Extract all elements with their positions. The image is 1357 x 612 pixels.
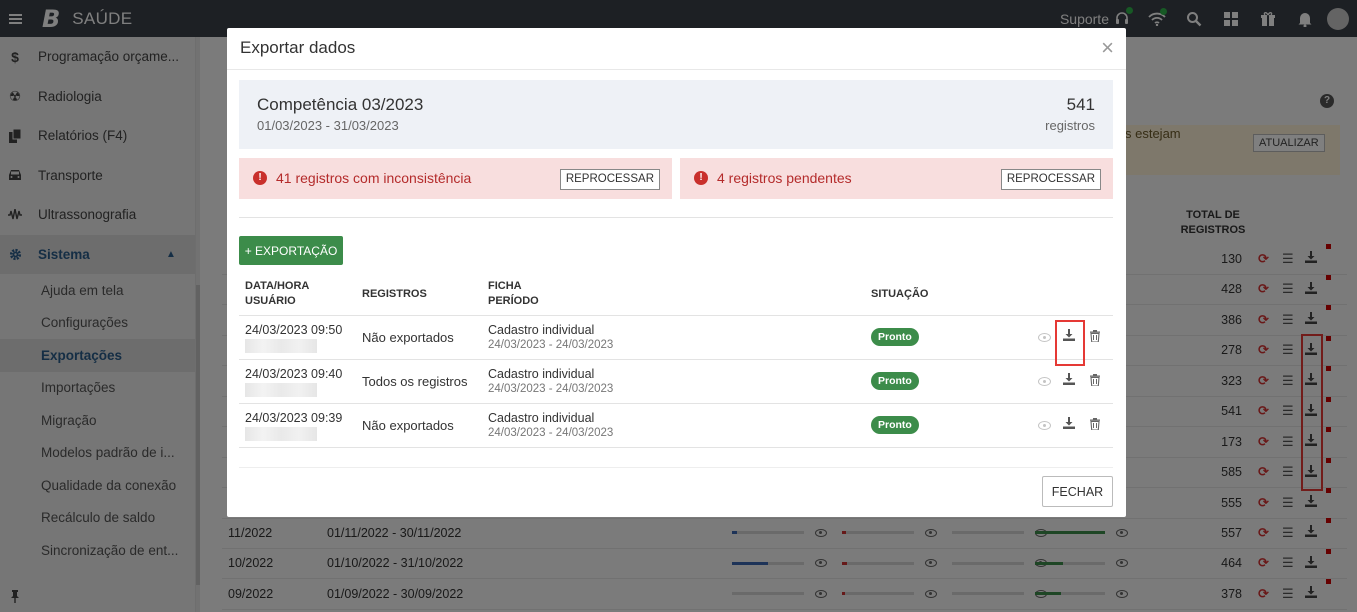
- trash-icon[interactable]: [1090, 330, 1100, 345]
- ficha-cell: Cadastro individual: [488, 323, 595, 337]
- reprocess-button[interactable]: REPROCESSAR: [1000, 169, 1101, 190]
- col-header-line: FICHA: [488, 280, 522, 292]
- periodo-cell: 24/03/2023 - 24/03/2023: [488, 427, 614, 439]
- col-header-registros: REGISTROS: [362, 288, 427, 300]
- competencia-panel: Competência 03/2023 01/03/2023 - 31/03/2…: [239, 80, 1113, 149]
- competencia-count: 541: [1066, 95, 1095, 114]
- table-row: 24/03/2023 09:50 Não exportados Cadastro…: [239, 315, 1113, 359]
- exclamation-icon: !: [694, 171, 708, 185]
- registros-cell: Não exportados: [362, 418, 454, 433]
- close-button[interactable]: FECHAR: [1042, 476, 1113, 507]
- eye-icon[interactable]: [1038, 377, 1051, 386]
- add-export-button[interactable]: + EXPORTAÇÃO: [239, 236, 343, 265]
- highlight-box: [1055, 320, 1085, 366]
- export-modal: Exportar dados × Competência 03/2023 01/…: [227, 28, 1126, 517]
- datetime-cell: 24/03/2023 09:39: [245, 411, 343, 425]
- divider: [239, 447, 1113, 448]
- datetime-cell: 24/03/2023 09:50: [245, 323, 343, 337]
- periodo-cell: 24/03/2023 - 24/03/2023: [488, 383, 614, 395]
- competencia-range: 01/03/2023 - 31/03/2023: [257, 118, 399, 133]
- ficha-cell: Cadastro individual: [488, 411, 595, 425]
- status-badge: Pronto: [871, 328, 919, 346]
- col-header-situacao: SITUAÇÃO: [871, 288, 929, 300]
- trash-icon[interactable]: [1090, 374, 1100, 389]
- col-header-line: DATA/HORA: [245, 280, 310, 292]
- modal-title: Exportar dados: [240, 38, 356, 57]
- col-header-ficha: FICHA PERÍODO: [488, 279, 539, 309]
- blurred-user: [245, 383, 317, 397]
- download-icon[interactable]: [1063, 417, 1075, 432]
- table-row: 24/03/2023 09:40 Todos os registros Cada…: [239, 359, 1113, 403]
- blurred-user: [245, 339, 317, 353]
- periodo-cell: 24/03/2023 - 24/03/2023: [488, 339, 614, 351]
- alert-text: 4 registros pendentes: [717, 170, 852, 186]
- ficha-cell: Cadastro individual: [488, 367, 595, 381]
- eye-icon[interactable]: [1038, 333, 1051, 342]
- divider: [239, 217, 1113, 218]
- eye-icon[interactable]: [1038, 421, 1051, 430]
- registros-cell: Todos os registros: [362, 374, 468, 389]
- exclamation-icon: !: [253, 171, 267, 185]
- datetime-cell: 24/03/2023 09:40: [245, 367, 343, 381]
- download-icon[interactable]: [1063, 373, 1075, 388]
- divider: [239, 467, 1113, 468]
- col-header-line: USUÁRIO: [245, 295, 296, 307]
- col-header-datetime: DATA/HORA USUÁRIO: [245, 279, 309, 309]
- competencia-title: Competência 03/2023: [257, 95, 424, 114]
- trash-icon[interactable]: [1090, 418, 1100, 433]
- reprocess-button[interactable]: REPROCESSAR: [559, 169, 660, 190]
- competencia-unit: registros: [1045, 118, 1095, 133]
- close-icon[interactable]: ×: [1101, 37, 1114, 59]
- status-badge: Pronto: [871, 372, 919, 390]
- alert-text: 41 registros com inconsistência: [276, 170, 472, 186]
- divider: [227, 69, 1126, 70]
- registros-cell: Não exportados: [362, 330, 454, 345]
- blurred-user: [245, 427, 317, 441]
- table-row: 24/03/2023 09:39 Não exportados Cadastro…: [239, 403, 1113, 447]
- col-header-line: PERÍODO: [488, 295, 539, 307]
- pending-alert: ! 4 registros pendentes REPROCESSAR: [680, 158, 1113, 199]
- status-badge: Pronto: [871, 416, 919, 434]
- inconsistency-alert: ! 41 registros com inconsistência REPROC…: [239, 158, 672, 199]
